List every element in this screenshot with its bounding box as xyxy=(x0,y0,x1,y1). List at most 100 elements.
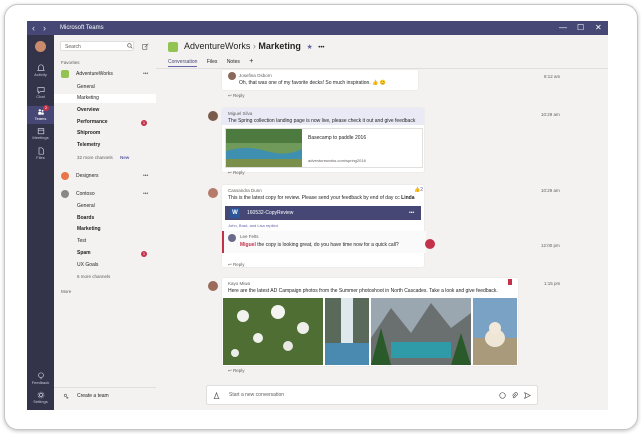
channel-general[interactable]: General xyxy=(54,83,156,92)
tab-notes[interactable]: Notes xyxy=(227,59,240,65)
message-author: Cassandra Dunn xyxy=(228,188,262,193)
forward-button[interactable]: › xyxy=(43,21,46,35)
photo-dog-image[interactable] xyxy=(473,298,517,365)
create-team-label: Create a team xyxy=(77,393,109,399)
channel-ux-goals[interactable]: UX Goals xyxy=(54,261,156,270)
reply-link[interactable]: ↩ Reply xyxy=(228,368,245,374)
channel-spam[interactable]: Spam 1 xyxy=(54,249,156,258)
rail-activity-label: Activity xyxy=(34,72,47,77)
create-team-button[interactable]: Create a team xyxy=(54,387,156,404)
message-author: Josefina Osborn xyxy=(239,73,272,78)
reply-text: Miguel the copy is looking great, do you… xyxy=(240,242,399,248)
minimize-button[interactable]: — xyxy=(559,21,567,35)
team-logo-icon xyxy=(168,42,178,52)
channel-general[interactable]: General xyxy=(54,202,156,211)
tab-conversation[interactable]: Conversation xyxy=(168,59,198,67)
gear-icon xyxy=(37,391,44,399)
rail-teams[interactable]: 2 Teams xyxy=(27,105,54,124)
photo-lake-image[interactable] xyxy=(371,298,471,365)
rail-files-label: Files xyxy=(36,155,45,160)
window-title: Microsoft Teams xyxy=(60,25,104,31)
message-author: Kayo Miwa xyxy=(228,281,251,286)
channel-telemetry[interactable]: Telemetry xyxy=(54,141,156,150)
word-file-icon: W xyxy=(230,208,240,218)
favorite-star-icon[interactable]: ★ xyxy=(306,44,312,51)
reply-time: 12:00 pm xyxy=(541,243,560,248)
like-count[interactable]: 👍2 xyxy=(414,187,423,193)
replied-summary[interactable]: John, Brad, and Lisa replied xyxy=(228,223,278,228)
rail-meetings-label: Meetings xyxy=(32,135,49,140)
message-card: Cassandra Dunn 👍2 This is the latest cop… xyxy=(222,185,426,267)
channel-shiproom[interactable]: Shiproom xyxy=(54,129,156,138)
channel-marketing[interactable]: Marketing xyxy=(54,225,156,234)
rail-files[interactable]: Files xyxy=(27,147,54,160)
more-link[interactable]: More xyxy=(61,289,71,294)
team-designers[interactable]: Designers ••• xyxy=(54,171,156,181)
channel-test[interactable]: Test xyxy=(54,237,156,246)
rail-settings[interactable]: Settings xyxy=(27,391,54,404)
reply-author: Lee Felts xyxy=(240,234,259,239)
search-icon xyxy=(127,43,133,49)
rail-chat[interactable]: Chat xyxy=(27,86,54,99)
message-author: Miguel Silva xyxy=(228,111,253,116)
channel-overview[interactable]: Overview xyxy=(54,106,156,115)
avatar xyxy=(228,72,236,80)
file-icon xyxy=(38,147,44,155)
team-adventureworks[interactable]: AdventureWorks ••• xyxy=(54,69,156,79)
tab-files[interactable]: Files xyxy=(207,59,218,65)
rail-meetings[interactable]: Meetings xyxy=(27,127,54,140)
send-icon[interactable] xyxy=(524,392,531,399)
calendar-icon xyxy=(37,128,44,135)
link-url[interactable]: adventureworks.com/spring2016 xyxy=(308,158,366,163)
compose-box[interactable]: Start a new conversation xyxy=(206,385,538,405)
add-tab-button[interactable]: + xyxy=(249,58,253,65)
more-channels-link[interactable]: 32 more channels New xyxy=(54,153,156,162)
reply-link[interactable]: ↩ Reply xyxy=(228,170,245,176)
file-attachment[interactable]: W 160532-CopyReview ••• xyxy=(225,206,421,220)
message-text: This is the latest copy for review. Plea… xyxy=(228,195,415,201)
reply-link[interactable]: ↩ Reply xyxy=(228,93,245,99)
message-text: Oh, that was one of my favorite decks! S… xyxy=(239,80,386,86)
file-more-button[interactable]: ••• xyxy=(409,206,414,220)
team-name: AdventureWorks xyxy=(76,71,113,77)
team-more-button[interactable]: ••• xyxy=(143,69,148,79)
reply-link[interactable]: ↩ Reply xyxy=(228,262,245,268)
more-channels-link[interactable]: 6 more channels xyxy=(54,272,156,281)
compose-icon[interactable] xyxy=(142,43,149,50)
channel-more-button[interactable]: ••• xyxy=(318,45,324,51)
maximize-button[interactable]: ☐ xyxy=(577,21,584,35)
file-name: 160532-CopyReview xyxy=(247,210,294,216)
search-input[interactable]: Search xyxy=(60,41,134,51)
channel-boards[interactable]: Boards xyxy=(54,214,156,223)
rail-settings-label: Settings xyxy=(33,399,48,404)
channel-performance[interactable]: Performance 1 xyxy=(54,118,156,127)
unread-count: 1 xyxy=(141,119,147,126)
rail-feedback[interactable]: Feedback xyxy=(27,372,54,385)
team-more-button[interactable]: ••• xyxy=(143,171,148,181)
team-logo-icon xyxy=(61,172,69,180)
feedback-icon xyxy=(37,372,44,380)
team-contoso[interactable]: Contoso ••• xyxy=(54,189,156,199)
user-avatar[interactable] xyxy=(35,41,46,52)
bell-icon xyxy=(36,64,45,71)
compose-input[interactable]: Start a new conversation xyxy=(229,386,284,404)
mention-alert-icon xyxy=(425,239,435,249)
mention: Miguel xyxy=(240,242,256,248)
message-text: Here are the latest AD Campaign photos f… xyxy=(228,288,498,294)
photo-waterfall-image[interactable] xyxy=(325,298,369,365)
team-more-button[interactable]: ••• xyxy=(143,189,148,199)
close-button[interactable]: ✕ xyxy=(595,21,602,35)
attach-icon[interactable] xyxy=(511,392,518,399)
link-preview-card[interactable]: Basecamp to paddle 2016 adventureworks.c… xyxy=(225,128,423,168)
rail-chat-label: Chat xyxy=(36,94,45,99)
emoji-icon[interactable] xyxy=(499,392,506,399)
breadcrumb-team[interactable]: AdventureWorks xyxy=(184,41,250,51)
photo-flowers-image[interactable] xyxy=(223,298,323,365)
back-button[interactable]: ‹ xyxy=(32,21,35,35)
bookmark-icon[interactable] xyxy=(508,279,512,285)
format-icon[interactable] xyxy=(213,392,220,399)
rail-activity[interactable]: Activity xyxy=(27,64,54,77)
chat-icon xyxy=(36,87,45,94)
rail-feedback-label: Feedback xyxy=(31,380,50,385)
channel-marketing[interactable]: Marketing xyxy=(54,94,156,103)
